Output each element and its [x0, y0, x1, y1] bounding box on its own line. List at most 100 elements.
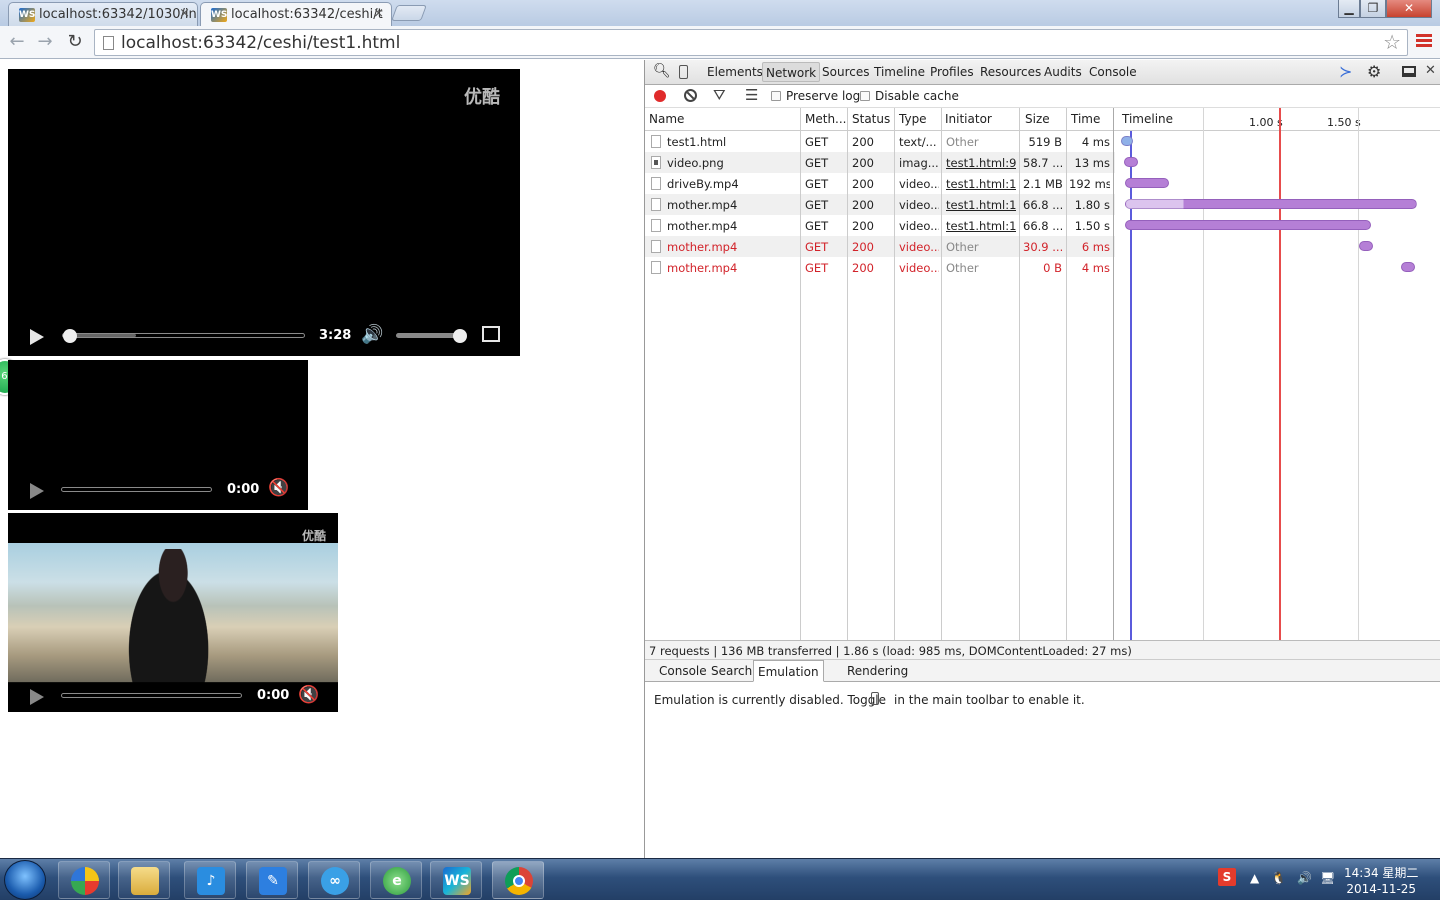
col-time[interactable]: Time: [1071, 112, 1100, 126]
tab-console[interactable]: Console: [1089, 65, 1137, 79]
taskbar-app-sync[interactable]: ∞: [308, 861, 360, 899]
disable-cache-checkbox[interactable]: [860, 91, 870, 101]
timeline-bar[interactable]: [1125, 220, 1371, 230]
ime-s-icon[interactable]: S: [1218, 868, 1236, 886]
col-timeline[interactable]: Timeline: [1122, 112, 1173, 126]
system-clock[interactable]: 14:34 星期二 2014-11-25: [1344, 865, 1418, 897]
col-method[interactable]: Meth...: [805, 112, 847, 126]
cell-time: 192 ms: [1069, 177, 1110, 191]
close-tab-icon[interactable]: ×: [179, 6, 190, 21]
cell-initiator[interactable]: test1.html:1: [946, 198, 1016, 212]
taskbar-app-notes[interactable]: ✎: [246, 861, 298, 899]
timeline-bar[interactable]: [1121, 136, 1133, 146]
show-hidden-icons-icon[interactable]: ▲: [1250, 871, 1259, 885]
list-view-icon[interactable]: ☰: [745, 86, 758, 104]
cell-method: GET: [805, 135, 829, 149]
volume-icon[interactable]: 🔊: [361, 324, 383, 345]
tab-sources[interactable]: Sources: [822, 65, 869, 79]
speaker-tray-icon[interactable]: 🔊: [1297, 871, 1312, 885]
video-player-2[interactable]: 0:00 🔇: [8, 360, 308, 510]
tab-resources[interactable]: Resources: [980, 65, 1041, 79]
close-window-button[interactable]: ✕: [1386, 0, 1432, 18]
cell-initiator[interactable]: test1.html:1: [946, 219, 1016, 233]
taskbar-app-webstorm[interactable]: WS: [430, 861, 482, 899]
tab-network[interactable]: Network: [762, 62, 821, 82]
timeline-bar[interactable]: [1401, 262, 1415, 272]
console-drawer-icon[interactable]: ≻: [1339, 62, 1352, 81]
menu-icon[interactable]: [1416, 34, 1432, 50]
tab-strip: WS localhost:63342/1030/in × WS localhos…: [0, 0, 1440, 26]
document-file-icon: [651, 198, 661, 211]
video-player-3[interactable]: 优酷 0:00 🔇: [8, 513, 338, 712]
table-row[interactable]: video.png GET 200 imag... test1.html:9 58.7 .…: [645, 152, 1115, 173]
address-bar[interactable]: localhost:63342/ceshi/test1.html ☆: [94, 29, 1408, 56]
timeline-bar[interactable]: [1125, 178, 1169, 188]
drawer-tab-console[interactable]: Console: [659, 664, 707, 678]
muted-volume-icon[interactable]: 🔇: [268, 478, 289, 498]
cell-initiator[interactable]: test1.html:9: [946, 156, 1016, 170]
timeline-bar[interactable]: [1124, 157, 1138, 167]
volume-slider[interactable]: [396, 329, 467, 343]
col-size[interactable]: Size: [1025, 112, 1050, 126]
settings-gear-icon[interactable]: ⚙: [1367, 62, 1381, 81]
timeline-bar[interactable]: [1359, 241, 1373, 251]
qq-tray-icon[interactable]: 🐧: [1271, 871, 1286, 885]
col-type[interactable]: Type: [899, 112, 927, 126]
filter-icon[interactable]: ⛛: [713, 86, 726, 104]
cell-initiator[interactable]: test1.html:1: [946, 177, 1016, 191]
table-row[interactable]: mother.mp4 GET 200 video... Other 30.9 ... 6 m…: [645, 236, 1115, 257]
dock-icon[interactable]: [1402, 66, 1416, 77]
muted-volume-icon[interactable]: 🔇: [298, 685, 319, 705]
taskbar-app-qq-music[interactable]: ♪: [184, 861, 236, 899]
taskbar-app-browser[interactable]: e: [370, 861, 422, 899]
new-tab-button[interactable]: [391, 5, 427, 21]
table-row[interactable]: driveBy.mp4 GET 200 video... test1.html:1 2.1…: [645, 173, 1115, 194]
bookmark-star-icon[interactable]: ☆: [1383, 30, 1401, 54]
col-status[interactable]: Status: [852, 112, 890, 126]
seek-bar[interactable]: [61, 693, 242, 698]
taskbar-app-explorer[interactable]: [118, 861, 170, 899]
drawer-tab-emulation[interactable]: Emulation: [753, 660, 824, 682]
device-mode-icon[interactable]: [679, 65, 688, 79]
seek-bar[interactable]: [61, 487, 212, 492]
start-button[interactable]: [4, 860, 46, 900]
preserve-log-checkbox[interactable]: [771, 91, 781, 101]
drawer-tab-search[interactable]: Search: [711, 664, 752, 678]
col-name[interactable]: Name: [649, 112, 684, 126]
taskbar-app-pinwheel[interactable]: [58, 861, 110, 899]
browser-tab-1[interactable]: WS localhost:63342/1030/in ×: [8, 2, 198, 26]
close-devtools-icon[interactable]: ✕: [1425, 63, 1436, 78]
seek-bar[interactable]: [62, 329, 305, 343]
record-icon[interactable]: [654, 90, 666, 102]
tab-timeline[interactable]: Timeline: [874, 65, 925, 79]
video-player-1[interactable]: 优酷 3:28 🔊: [8, 69, 520, 356]
forward-button[interactable]: →: [34, 32, 56, 52]
fullscreen-icon[interactable]: [482, 326, 500, 342]
play-icon[interactable]: [30, 483, 44, 499]
col-initiator[interactable]: Initiator: [945, 112, 992, 126]
table-row[interactable]: mother.mp4 GET 200 video... Other 0 B 4 ms: [645, 257, 1115, 278]
network-tray-icon[interactable]: 🖥: [1320, 871, 1335, 885]
cell-size: 2.1 MB: [1023, 177, 1062, 191]
emulation-message-end: in the main toolbar to enable it.: [894, 693, 1085, 707]
minimize-button[interactable]: ▁: [1338, 0, 1360, 18]
close-tab-icon[interactable]: ×: [373, 6, 384, 21]
document-file-icon: [651, 261, 661, 274]
drawer-tab-rendering[interactable]: Rendering: [847, 664, 908, 678]
taskbar-app-chrome[interactable]: [492, 861, 544, 899]
maximize-button[interactable]: ❐: [1360, 0, 1386, 18]
timeline-bar[interactable]: [1125, 199, 1417, 209]
play-icon[interactable]: [30, 689, 44, 705]
reload-button[interactable]: ↻: [64, 32, 86, 52]
back-button[interactable]: ←: [6, 32, 28, 52]
play-icon[interactable]: [30, 329, 44, 345]
tab-audits[interactable]: Audits: [1044, 65, 1082, 79]
clear-icon[interactable]: [684, 89, 697, 102]
table-row[interactable]: test1.html GET 200 text/... Other 519 B 4 ms: [645, 131, 1115, 152]
tab-profiles[interactable]: Profiles: [930, 65, 974, 79]
table-row[interactable]: mother.mp4 GET 200 video... test1.html:1 66.8…: [645, 215, 1115, 236]
table-row[interactable]: mother.mp4 GET 200 video... test1.html:1 66.8…: [645, 194, 1115, 215]
browser-tab-2[interactable]: WS localhost:63342/ceshi/t ×: [200, 2, 392, 26]
search-icon[interactable]: 🔍︎: [653, 63, 671, 79]
tab-elements[interactable]: Elements: [707, 65, 763, 79]
